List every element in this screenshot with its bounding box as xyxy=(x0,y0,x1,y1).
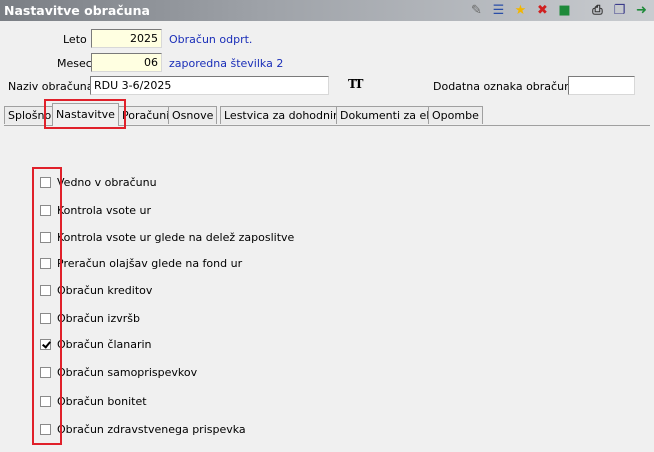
tab-osnove[interactable]: Osnove xyxy=(168,106,218,124)
status-link[interactable]: Obračun odprt. xyxy=(169,33,252,46)
window-titlebar: Nastavitve obračuna ✎ ☰ ★ ✖ ■ ⎙ ❐ ➜ xyxy=(0,0,654,21)
option-row[interactable]: Obračun bonitet xyxy=(40,393,147,409)
copy-icon[interactable]: ❐ xyxy=(611,2,628,19)
option-checkbox[interactable] xyxy=(40,176,51,188)
delete-icon[interactable]: ✖ xyxy=(534,2,551,19)
tab-dokumenti[interactable]: Dokumenti za eR xyxy=(336,106,438,124)
option-checkbox[interactable] xyxy=(40,395,51,407)
print-icon[interactable]: ⎙ xyxy=(589,2,606,19)
leto-field[interactable]: 2025 xyxy=(91,29,162,48)
option-checkbox[interactable] xyxy=(40,312,51,324)
tab-bar: Splošno Nastavitve Poračuni Osnove Lestv… xyxy=(4,103,650,126)
option-label: Preračun olajšav glede na fond ur xyxy=(57,256,243,270)
text-format-icon[interactable]: TT xyxy=(348,77,364,91)
leto-label: Leto xyxy=(63,33,87,46)
list-icon[interactable]: ☰ xyxy=(490,2,507,19)
cube-icon[interactable]: ■ xyxy=(556,2,573,19)
option-label: Obračun bonitet xyxy=(57,394,147,408)
option-checkbox[interactable] xyxy=(40,366,51,378)
option-checkbox[interactable] xyxy=(40,204,51,216)
dodatna-label: Dodatna oznaka obračuna xyxy=(433,80,578,93)
option-label: Obračun kreditov xyxy=(57,283,153,297)
tab-nastavitve[interactable]: Nastavitve xyxy=(52,103,119,126)
tab-opombe[interactable]: Opombe xyxy=(428,106,483,124)
option-row[interactable]: Kontrola vsote ur xyxy=(40,202,151,218)
option-row[interactable]: Preračun olajšav glede na fond ur xyxy=(40,255,242,271)
tab-lestvica[interactable]: Lestvica za dohodnino xyxy=(220,106,351,124)
option-label: Obračun članarin xyxy=(57,337,152,351)
mesec-field[interactable]: 06 xyxy=(91,53,162,72)
option-row[interactable]: Obračun samoprispevkov xyxy=(40,364,197,380)
option-label: Vedno v obračunu xyxy=(57,175,157,189)
tab-splosno[interactable]: Splošno xyxy=(4,106,56,124)
sequence-number-text: zaporedna številka 2 xyxy=(169,57,284,70)
option-row[interactable]: Obračun kreditov xyxy=(40,282,152,298)
option-row[interactable]: Vedno v obračunu xyxy=(40,174,157,190)
dodatna-field[interactable] xyxy=(568,76,635,95)
option-label: Obračun zdravstvenega prispevka xyxy=(57,422,246,436)
option-checkbox[interactable] xyxy=(40,257,51,269)
option-checkbox[interactable] xyxy=(40,338,51,350)
mesec-label: Mesec xyxy=(57,57,92,70)
option-row[interactable]: Obračun članarin xyxy=(40,336,152,352)
window-title: Nastavitve obračuna xyxy=(4,3,150,18)
option-label: Obračun izvršb xyxy=(57,311,140,325)
option-checkbox[interactable] xyxy=(40,231,51,243)
star-icon[interactable]: ★ xyxy=(512,2,529,19)
naziv-field[interactable]: RDU 3-6/2025 xyxy=(90,76,329,95)
option-checkbox[interactable] xyxy=(40,423,51,435)
option-label: Kontrola vsote ur xyxy=(57,203,152,217)
toolbar: ✎ ☰ ★ ✖ ■ ⎙ ❐ ➜ xyxy=(468,1,650,20)
tab-poracuni[interactable]: Poračuni xyxy=(118,106,174,124)
option-row[interactable]: Kontrola vsote ur glede na delež zaposli… xyxy=(40,229,294,245)
naziv-label: Naziv obračuna xyxy=(8,80,94,93)
option-checkbox[interactable] xyxy=(40,284,51,296)
option-row[interactable]: Obračun izvršb xyxy=(40,310,140,326)
edit-icon[interactable]: ✎ xyxy=(468,2,485,19)
option-row[interactable]: Obračun zdravstvenega prispevka xyxy=(40,421,246,437)
option-label: Kontrola vsote ur glede na delež zaposli… xyxy=(57,230,295,244)
option-label: Obračun samoprispevkov xyxy=(57,365,198,379)
exit-icon[interactable]: ➜ xyxy=(633,2,650,19)
